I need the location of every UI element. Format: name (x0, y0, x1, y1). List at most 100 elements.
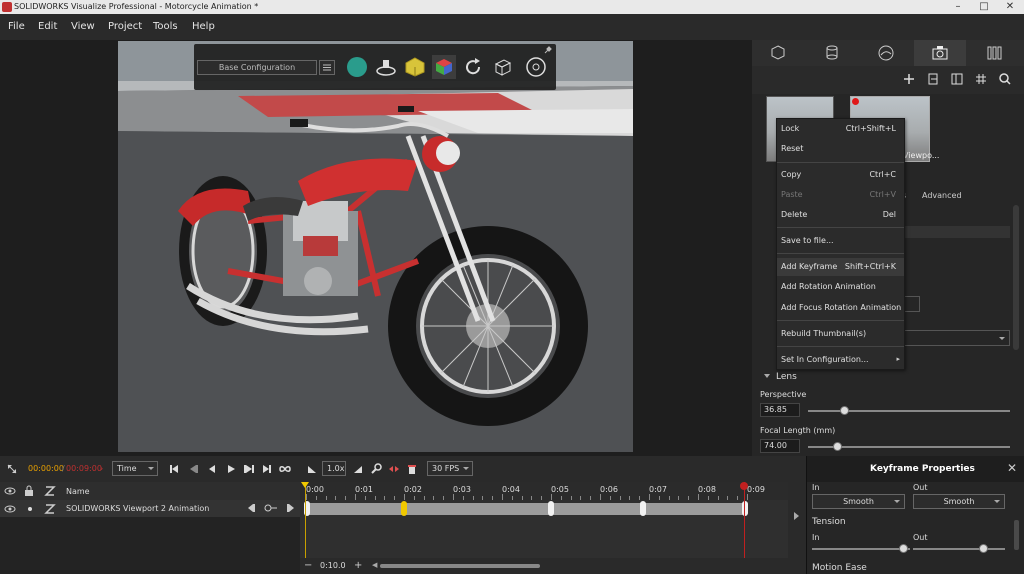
ease-out-button[interactable] (352, 463, 364, 475)
split-view-button[interactable] (950, 72, 964, 86)
tension-out-slider-handle[interactable] (979, 544, 988, 553)
tension-in-slider-handle[interactable] (899, 544, 908, 553)
keyframe[interactable] (742, 501, 748, 516)
menu-item-reset[interactable]: Reset (777, 140, 904, 158)
menu-project[interactable]: Project (108, 21, 142, 32)
minimize-button[interactable]: – (944, 0, 972, 14)
eye-icon[interactable] (4, 486, 16, 496)
collapse-arrow-icon[interactable] (764, 374, 770, 378)
key-reduce-button[interactable] (388, 463, 400, 475)
focal-length-value-field[interactable]: 74.00 (760, 439, 800, 453)
expand-properties-icon[interactable] (794, 512, 799, 520)
ease-in-dropdown[interactable]: Smooth (812, 494, 905, 509)
menu-item-paste[interactable]: Paste Ctrl+V (777, 186, 904, 204)
time-mode-dropdown[interactable]: Time (112, 461, 158, 476)
tools-button[interactable] (370, 463, 382, 475)
tab-cameras[interactable] (914, 40, 966, 66)
menu-item-lock[interactable]: Lock Ctrl+Shift+L (777, 120, 904, 138)
close-window-button[interactable]: ✕ (996, 0, 1024, 14)
next-keyframe-button[interactable] (243, 463, 255, 475)
add-camera-button[interactable] (902, 72, 916, 86)
menu-item-add-keyframe[interactable]: Add Keyframe Shift+Ctrl+K (777, 258, 904, 276)
tension-out-slider[interactable] (913, 548, 1005, 550)
fps-dropdown[interactable]: 30 FPS (427, 461, 473, 476)
keyframe[interactable] (548, 501, 554, 516)
animation-clip-bar[interactable] (306, 503, 746, 515)
appearance-button[interactable] (432, 55, 456, 79)
menu-item-save-to-file[interactable]: Save to file... (777, 232, 904, 250)
tab-appearances[interactable] (806, 40, 858, 66)
close-icon[interactable]: ✕ (1007, 461, 1017, 475)
environment-sphere-button[interactable] (345, 55, 369, 79)
prev-key-icon[interactable] (246, 503, 256, 513)
object-select-button[interactable] (403, 55, 427, 79)
property-dropdown[interactable] (902, 330, 1010, 346)
menu-file[interactable]: File (8, 21, 25, 32)
tab-models[interactable] (752, 40, 804, 66)
tab-advanced[interactable]: Advanced (922, 191, 962, 200)
step-back-button[interactable] (206, 463, 218, 475)
timeline-scrollbar[interactable] (380, 564, 540, 568)
grid-view-button[interactable] (974, 72, 988, 86)
menu-edit[interactable]: Edit (38, 21, 57, 32)
go-to-start-button[interactable] (168, 463, 180, 475)
perspective-slider[interactable] (808, 410, 1010, 412)
menu-view[interactable]: View (71, 21, 95, 32)
zoom-in-button[interactable]: + (354, 560, 362, 571)
key-link-icon[interactable] (264, 503, 278, 513)
end-marker[interactable] (744, 482, 745, 558)
collapse-timeline-button[interactable] (6, 463, 18, 475)
previous-keyframe-button[interactable] (187, 463, 199, 475)
render-viewport[interactable] (118, 41, 633, 452)
time-ruler[interactable]: 0:00 0:01 0:02 0:03 0:04 0:05 0:06 0:07 0:08 0:09 (300, 482, 788, 500)
camera-focus-button[interactable] (524, 55, 548, 79)
timeline-track-area[interactable]: 0:00 0:01 0:02 0:03 0:04 0:05 0:06 0:07 0:08 0:09 (300, 482, 788, 558)
keyframe[interactable] (640, 501, 646, 516)
loop-button[interactable] (279, 463, 291, 475)
play-button[interactable] (225, 463, 237, 475)
lock-indicator-icon[interactable] (28, 507, 32, 511)
configuration-list-button[interactable] (319, 60, 335, 75)
next-key-icon[interactable] (286, 503, 296, 513)
focal-length-slider-handle[interactable] (833, 442, 842, 451)
refresh-button[interactable] (461, 55, 485, 79)
go-to-end-button[interactable] (261, 463, 273, 475)
perspective-slider-handle[interactable] (840, 406, 849, 415)
menu-item-add-focus-rotation-animation[interactable]: Add Focus Rotation Animation (777, 299, 904, 317)
menu-item-add-rotation-animation[interactable]: Add Rotation Animation (777, 278, 904, 296)
lock-icon[interactable] (24, 485, 34, 497)
menu-help[interactable]: Help (192, 21, 215, 32)
curve-icon[interactable] (44, 503, 56, 515)
playback-speed-field[interactable]: 1.0x (322, 461, 346, 476)
tab-scenes[interactable] (860, 40, 912, 66)
menu-item-delete[interactable]: Delete Del (777, 206, 904, 224)
scroll-left-icon[interactable]: ◀ (372, 561, 377, 569)
eye-icon[interactable] (4, 504, 16, 514)
menu-item-rebuild-thumbnails[interactable]: Rebuild Thumbnail(s) (777, 325, 904, 343)
zoom-out-button[interactable]: − (304, 560, 312, 571)
scale-model-button[interactable] (490, 55, 514, 79)
end-marker-handle-icon[interactable] (740, 482, 748, 490)
menu-tools[interactable]: Tools (153, 21, 178, 32)
tension-in-slider[interactable] (812, 548, 910, 550)
playhead[interactable] (305, 482, 306, 558)
palette-scrollbar[interactable] (1013, 205, 1019, 350)
menu-item-set-in-configuration[interactable]: Set In Configuration... ▸ (777, 351, 904, 369)
pin-icon[interactable] (544, 46, 552, 54)
search-button[interactable] (998, 72, 1012, 86)
turntable-button[interactable] (374, 55, 398, 79)
ease-out-dropdown[interactable]: Smooth (913, 494, 1005, 509)
maximize-button[interactable]: □ (970, 0, 998, 14)
playhead-marker-icon[interactable] (301, 482, 309, 488)
menu-item-copy[interactable]: Copy Ctrl+C (777, 166, 904, 184)
keyframe-selected[interactable] (401, 501, 407, 516)
curve-icon[interactable] (44, 485, 56, 497)
ease-in-button[interactable] (306, 463, 318, 475)
tab-libraries[interactable] (968, 40, 1020, 66)
import-button[interactable] (926, 72, 940, 86)
configuration-dropdown[interactable]: Base Configuration (197, 60, 317, 75)
perspective-value-field[interactable]: 36.85 (760, 403, 800, 417)
track-row[interactable]: SOLIDWORKS Viewport 2 Animation (0, 500, 300, 517)
key-delete-button[interactable] (406, 463, 418, 475)
kf-panel-scrollbar[interactable] (1014, 520, 1019, 550)
